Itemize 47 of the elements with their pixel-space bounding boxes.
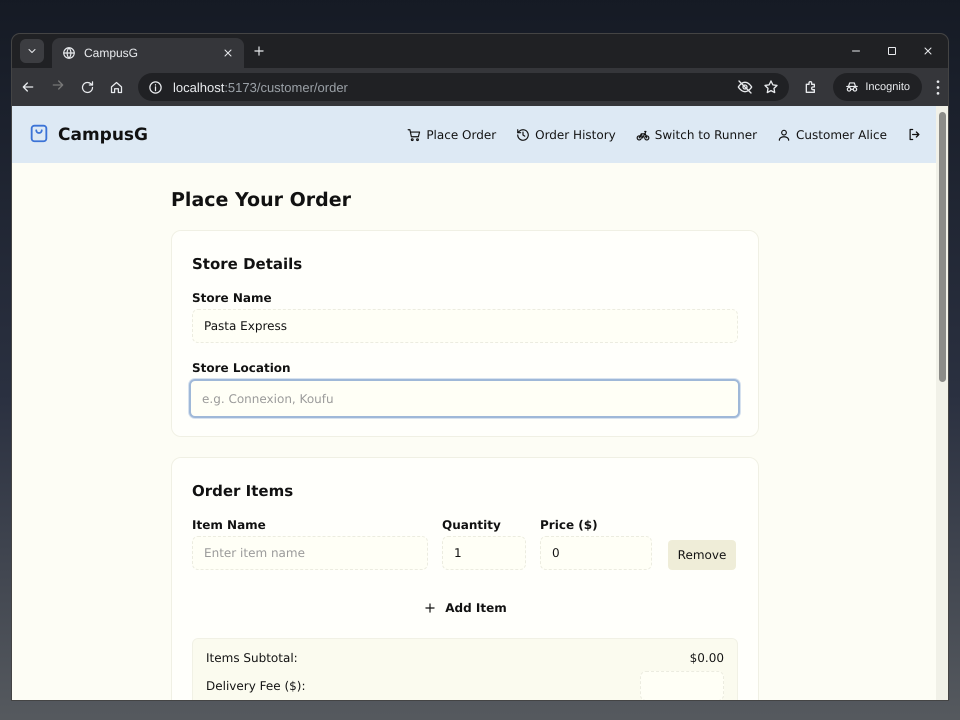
star-icon: [763, 79, 780, 95]
incognito-indicator[interactable]: Incognito: [833, 73, 922, 101]
section-heading: Store Details: [192, 255, 304, 273]
field-label: Store Name: [192, 291, 273, 305]
url-text: localhost:5173/customer/order: [173, 80, 349, 94]
maximize-icon: [886, 45, 898, 57]
tab-search-button[interactable]: [20, 39, 44, 63]
browser-tab[interactable]: CampusG: [52, 38, 244, 68]
nav-link[interactable]: Place Order: [407, 128, 496, 142]
info-icon: [148, 80, 163, 94]
globe-icon: [62, 46, 76, 60]
scrollbar[interactable]: [936, 106, 948, 700]
logout-icon: [907, 127, 922, 142]
column-label: Quantity: [442, 518, 502, 532]
delivery-fee-field[interactable]: [640, 671, 724, 700]
page-title: Place Your Order: [171, 189, 352, 211]
summary-value: $0.00: [690, 651, 724, 665]
eye-slash-icon: [737, 79, 754, 95]
close-icon: [922, 45, 934, 57]
price-field[interactable]: 0: [540, 536, 652, 570]
column-label: Price ($): [540, 518, 599, 532]
quantity-field[interactable]: 1: [442, 536, 526, 570]
section-heading: Order Items: [192, 482, 294, 500]
field-label: Store Location: [192, 361, 292, 375]
close-icon: [222, 47, 234, 59]
history-icon: [516, 128, 530, 142]
text-field[interactable]: e.g. Connexion, Koufu: [189, 379, 740, 418]
nav-link[interactable]: Customer Alice: [777, 128, 887, 142]
address-bar[interactable]: localhost:5173/customer/order: [138, 73, 790, 101]
cart-icon: [407, 128, 422, 142]
plus-icon: [252, 44, 266, 58]
nav-link[interactable]: Order History: [516, 128, 616, 142]
item-name-field[interactable]: Enter item name: [192, 536, 428, 570]
incognito-icon: [845, 80, 860, 94]
remove-button[interactable]: Remove: [668, 540, 736, 570]
brand-name: CampusG: [58, 124, 148, 144]
nav-link[interactable]: Switch to Runner: [636, 128, 758, 142]
column-label: Item Name: [192, 518, 267, 532]
user-icon: [777, 128, 792, 142]
summary-label: Delivery Fee ($):: [206, 679, 306, 693]
plus-icon: [423, 601, 438, 615]
home-icon: [109, 80, 124, 94]
summary-label: Items Subtotal:: [206, 651, 298, 665]
reload-icon: [80, 80, 95, 94]
kebab-menu-icon[interactable]: [936, 80, 940, 94]
add-item-button[interactable]: Add Item: [417, 600, 513, 616]
text-field[interactable]: Pasta Express: [192, 309, 738, 343]
